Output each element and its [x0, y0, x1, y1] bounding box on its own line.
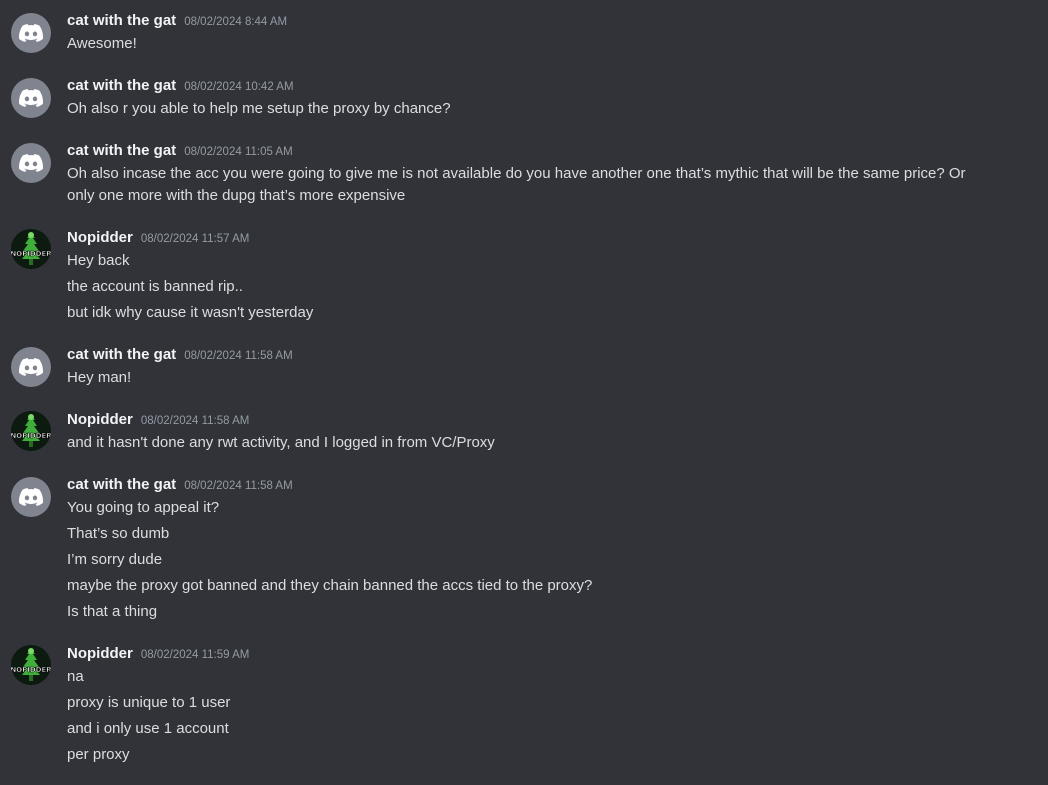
message-text: That’s so dumb	[67, 525, 170, 542]
username[interactable]: cat with the gat	[67, 345, 176, 365]
svg-text:NOPIDDER: NOPIDDER	[11, 666, 51, 674]
message-text: the account is banned rip..	[67, 278, 243, 295]
avatar[interactable]: NOPIDDER	[11, 229, 51, 269]
timestamp[interactable]: 08/02/2024 8:44 AM	[184, 12, 287, 32]
username[interactable]: Nopidder	[67, 228, 133, 248]
discord-icon	[19, 488, 43, 506]
discord-icon	[19, 358, 43, 376]
avatar[interactable]	[11, 477, 51, 517]
message-text: Awesome!	[67, 35, 137, 52]
username[interactable]: cat with the gat	[67, 141, 176, 161]
username[interactable]: cat with the gat	[67, 11, 176, 31]
message-text: You going to appeal it?	[67, 499, 220, 516]
username[interactable]: cat with the gat	[67, 76, 176, 96]
username[interactable]: Nopidder	[67, 410, 133, 430]
username[interactable]: cat with the gat	[67, 475, 176, 495]
message-text: maybe the proxy got banned and they chai…	[67, 577, 593, 594]
timestamp[interactable]: 08/02/2024 11:58 AM	[184, 476, 293, 496]
nopidder-avatar-icon: NOPIDDER	[11, 229, 51, 269]
message-text: I’m sorry dude	[67, 551, 163, 568]
svg-text:NOPIDDER: NOPIDDER	[11, 432, 51, 440]
message-text: but idk why cause it wasn't yesterday	[67, 304, 314, 321]
timestamp[interactable]: 08/02/2024 10:42 AM	[184, 77, 293, 97]
discord-icon	[19, 89, 43, 107]
avatar[interactable]	[11, 347, 51, 387]
avatar[interactable]	[11, 78, 51, 118]
message-text: Hey man!	[67, 369, 132, 386]
timestamp[interactable]: 08/02/2024 11:58 AM	[184, 346, 293, 366]
timestamp[interactable]: 08/02/2024 11:59 AM	[141, 645, 250, 665]
message-text: and i only use 1 account	[67, 720, 229, 737]
message-text: and it hasn't done any rwt activity, and…	[67, 434, 495, 451]
message-text: Is that a thing	[67, 603, 158, 620]
discord-icon	[19, 154, 43, 172]
avatar[interactable]: NOPIDDER	[11, 645, 51, 685]
timestamp[interactable]: 08/02/2024 11:57 AM	[141, 229, 250, 249]
avatar[interactable]: NOPIDDER	[11, 411, 51, 451]
message-text: na	[67, 668, 84, 685]
message-text: proxy is unique to 1 user	[67, 694, 231, 711]
message-text: per proxy	[67, 746, 130, 763]
username[interactable]: Nopidder	[67, 644, 133, 664]
timestamp[interactable]: 08/02/2024 11:58 AM	[141, 411, 250, 431]
discord-icon	[19, 24, 43, 42]
chat-messages: cat with the gat 08/02/2024 8:44 AM Awes…	[0, 0, 1048, 785]
message-text: Hey back	[67, 252, 130, 269]
svg-text:NOPIDDER: NOPIDDER	[11, 250, 51, 258]
nopidder-avatar-icon: NOPIDDER	[11, 645, 51, 685]
message-text: Oh also incase the acc you were going to…	[67, 165, 966, 204]
message-text: Oh also r you able to help me setup the …	[67, 100, 451, 117]
avatar[interactable]	[11, 143, 51, 183]
nopidder-avatar-icon: NOPIDDER	[11, 411, 51, 451]
timestamp[interactable]: 08/02/2024 11:05 AM	[184, 142, 293, 162]
avatar[interactable]	[11, 13, 51, 53]
